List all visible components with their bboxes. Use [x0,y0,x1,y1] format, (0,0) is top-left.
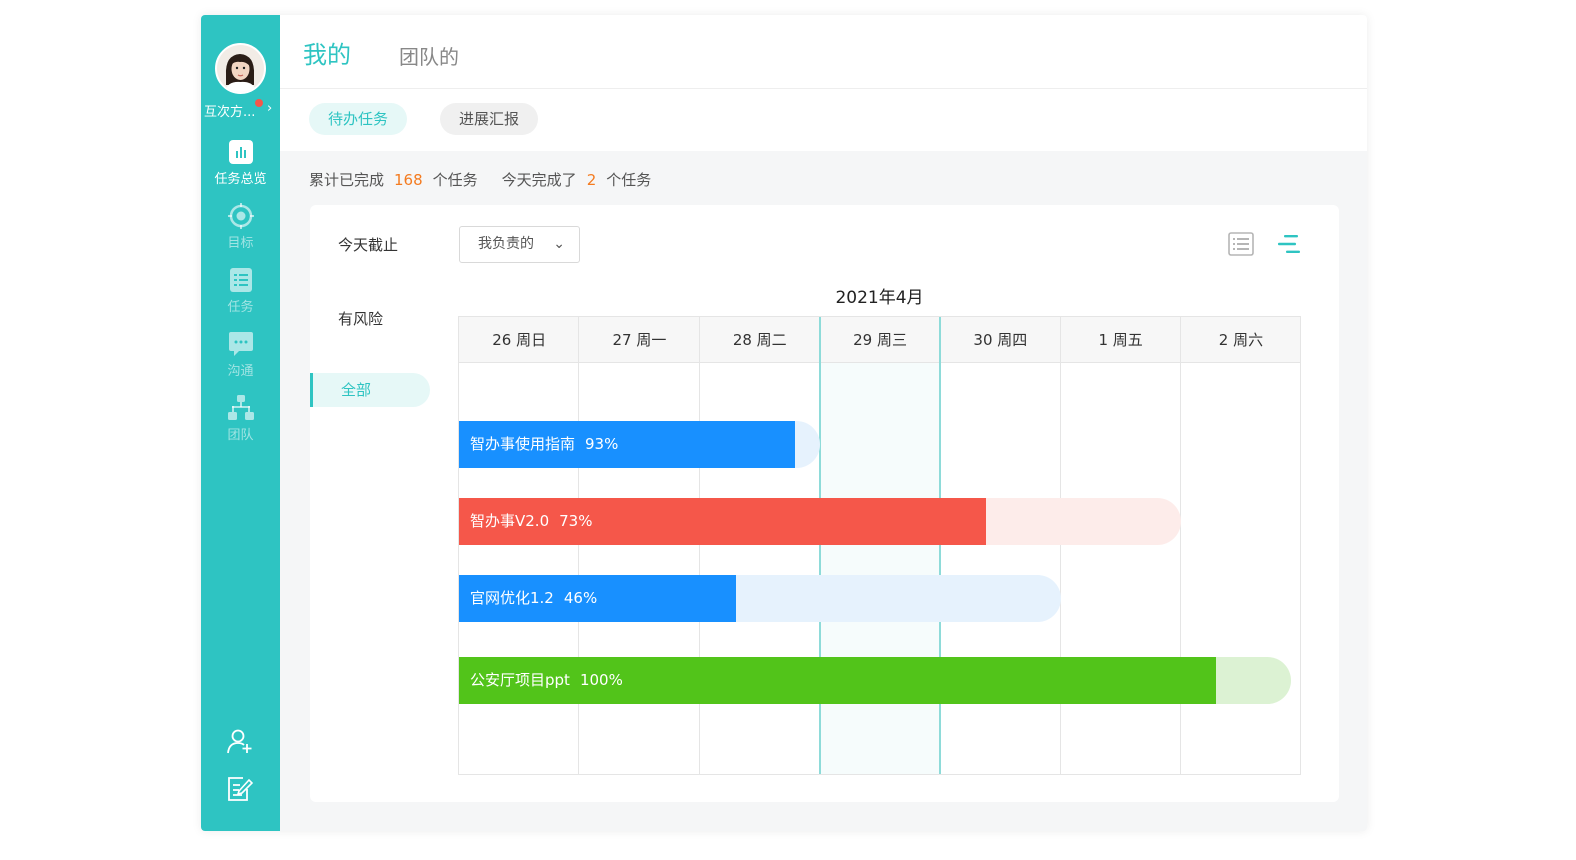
chat-icon [228,332,253,356]
nav-label: 团队 [227,428,254,443]
task-percent: 46% [563,589,598,607]
stats-today-count: 2 [586,171,597,189]
gantt-view-icon[interactable] [1276,232,1302,256]
task-percent: 100% [579,671,623,689]
team-icon [227,395,254,420]
owner-select-value: 我负责的 [478,236,534,252]
header: 我的 团队的 待办任务 进展汇报 [280,15,1367,151]
grid-line [1059,317,1061,774]
list-view-icon[interactable] [1228,232,1254,256]
task-bar[interactable]: 公安厅项目ppt 100% [459,657,1217,704]
nav-item-chat[interactable]: 沟通 [201,331,280,379]
grid-line [698,317,700,774]
today-boundary-line [939,317,942,774]
task-name: 公安厅项目ppt [470,671,570,689]
nav-label: 目标 [227,236,254,251]
task-name: 智办事V2.0 [470,512,550,530]
task-stats: 累计已完成 168 个任务 今天完成了 2 个任务 [309,169,651,190]
day-header: 2 周六 [1218,331,1264,349]
task-percent: 93% [585,435,619,453]
stats-today-prefix: 今天完成了 [501,171,577,189]
add-user-icon[interactable] [227,728,253,754]
tab-mine[interactable]: 我的 [303,35,351,70]
stats-total-prefix: 累计已完成 [309,171,385,189]
chevron-right-icon: › [267,101,273,116]
task-name: 智办事使用指南 [470,435,576,453]
filter-due-today[interactable]: 今天截止 [338,234,398,255]
task-percent: 73% [559,512,593,530]
app-window: 互次方... › 任务总览 目标 任务 沟通 团队 我的 团队的 待办任务 进展… [201,15,1367,831]
day-header: 28 周二 [732,331,787,349]
avatar[interactable] [215,43,266,94]
day-header: 30 周四 [973,331,1028,349]
task-bar[interactable]: 官网优化1.2 46% [459,575,736,622]
owner-select[interactable]: 我负责的 ⌄ [459,226,580,263]
day-header: 1 周五 [1098,331,1143,349]
gantt-chart: 26 周日 27 周一 28 周二 29 周三 30 周四 1 周五 2 周六 智办事使用指… [458,316,1301,775]
bar-chart-icon [228,140,253,164]
day-header: 26 周日 [492,331,547,349]
edit-note-icon[interactable] [227,776,253,802]
tab-team[interactable]: 团队的 [399,41,459,70]
day-header: 29 周三 [853,331,907,349]
task-bar[interactable]: 智办事使用指南 93% [459,421,795,468]
today-boundary-line [818,317,821,774]
divider [280,88,1367,89]
nav-label: 任务总览 [214,172,267,187]
notification-dot [255,99,263,107]
grid-line [1179,317,1181,774]
target-icon [227,203,254,229]
nav-item-overview[interactable]: 任务总览 [201,139,280,187]
chevron-down-icon: ⌄ [553,236,565,252]
task-card: 今天截止 有风险 全部 我负责的 ⌄ 2021年4月 26 周日 27 周一 28 … [310,205,1339,802]
user-menu[interactable]: 互次方... › [201,99,280,120]
task-bar[interactable]: 智办事V2.0 73% [459,498,986,545]
grid-line [578,317,580,774]
day-header: 27 周一 [612,331,667,349]
task-name: 官网优化1.2 [470,589,554,607]
gantt-header: 26 周日 27 周一 28 周二 29 周三 30 周四 1 周五 2 周六 [459,317,1300,363]
nav-label: 任务 [227,300,254,315]
nav-item-goal[interactable]: 目标 [201,203,280,251]
subtab-todo[interactable]: 待办任务 [309,103,408,135]
stats-total-count: 168 [394,171,423,189]
gantt-month: 2021年4月 [835,288,924,308]
nav-label: 沟通 [227,364,254,379]
nav-item-team[interactable]: 团队 [201,395,280,443]
task-list-icon [229,268,252,292]
filter-all[interactable]: 全部 [310,373,430,407]
stats-total-suffix: 个任务 [432,171,478,189]
today-column [819,363,941,774]
subtab-report[interactable]: 进展汇报 [440,103,539,135]
stats-today-suffix: 个任务 [606,171,652,189]
filter-at-risk[interactable]: 有风险 [338,308,383,329]
sidebar: 互次方... › 任务总览 目标 任务 沟通 团队 [201,15,280,831]
nav-item-task[interactable]: 任务 [201,267,280,315]
user-name: 互次方... [204,105,256,120]
